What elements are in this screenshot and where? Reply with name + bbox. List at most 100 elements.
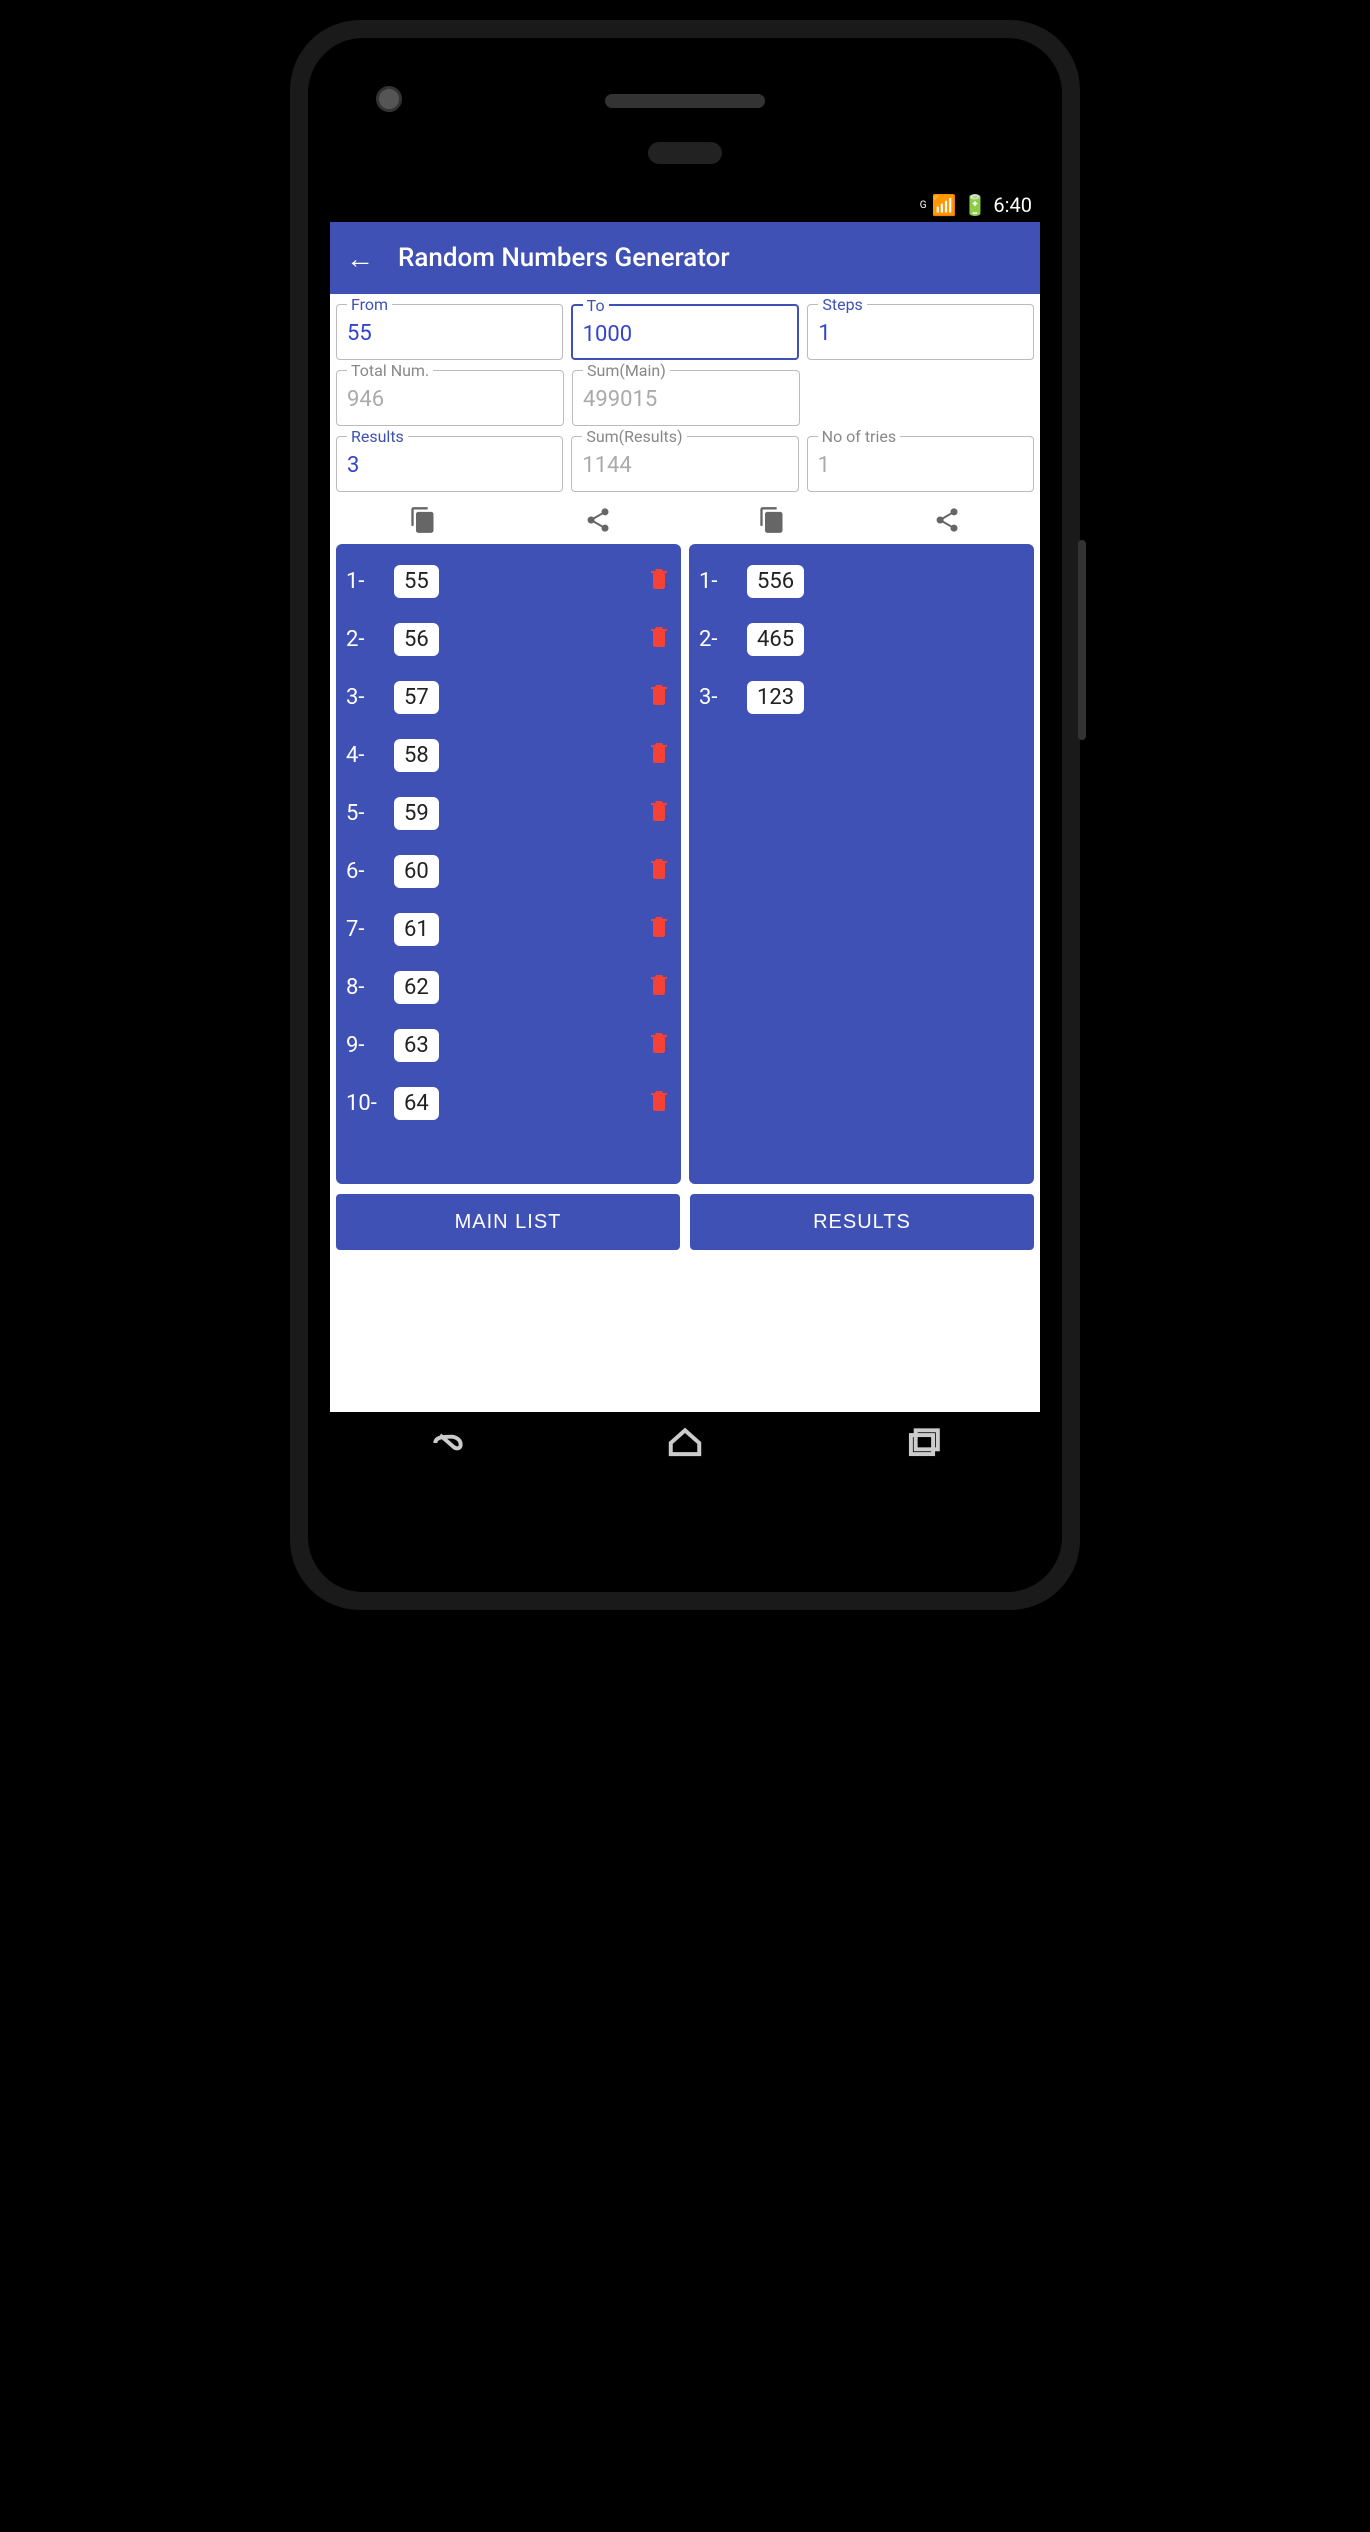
list-value-chip: 60	[394, 855, 439, 888]
list-index: 5-	[346, 801, 394, 826]
list-value-chip: 56	[394, 623, 439, 656]
clock: 6:40	[993, 193, 1032, 217]
list-value-chip: 58	[394, 739, 439, 772]
delete-icon[interactable]	[647, 565, 671, 597]
summain-field: Sum(Main) 499015	[572, 370, 800, 426]
list-item: 6-60	[346, 842, 671, 900]
list-index: 7-	[346, 917, 394, 942]
status-bar: G 📶 🔋 6:40	[330, 188, 1040, 222]
tries-field: No of tries 1	[807, 436, 1034, 492]
list-index: 8-	[346, 975, 394, 1000]
spacer	[808, 370, 1034, 426]
bottom-buttons: MAIN LIST RESULTS	[330, 1184, 1040, 1260]
results-label: Results	[347, 427, 408, 446]
delete-icon[interactable]	[647, 1087, 671, 1119]
list-item: 2-56	[346, 610, 671, 668]
delete-icon[interactable]	[647, 681, 671, 713]
results-button[interactable]: RESULTS	[690, 1194, 1034, 1250]
list-value-chip: 64	[394, 1087, 439, 1120]
copy-icon	[409, 506, 437, 534]
summain-label: Sum(Main)	[583, 361, 670, 380]
delete-icon[interactable]	[647, 971, 671, 1003]
list-value-chip: 465	[747, 623, 804, 656]
list-index: 1-	[346, 569, 394, 594]
tries-label: No of tries	[818, 427, 900, 446]
share-main-button[interactable]	[511, 506, 686, 534]
sumresults-label: Sum(Results)	[582, 427, 686, 446]
copy-results-button[interactable]	[685, 506, 860, 534]
from-field[interactable]: From 55	[336, 304, 563, 360]
power-button	[1078, 540, 1086, 740]
list-item: 1-556	[699, 552, 1024, 610]
delete-icon[interactable]	[647, 1029, 671, 1061]
phone-bezel: G 📶 🔋 6:40 ← Random Numbers Generator Fr…	[308, 38, 1062, 1592]
to-label: To	[583, 296, 609, 315]
list-item: 5-59	[346, 784, 671, 842]
list-index: 4-	[346, 743, 394, 768]
list-value-chip: 62	[394, 971, 439, 1004]
results-value: 3	[347, 453, 552, 478]
list-item: 1-55	[346, 552, 671, 610]
inputs-area: From 55 To 1000 Steps 1 Total Num.	[330, 294, 1040, 544]
list-index: 3-	[346, 685, 394, 710]
list-item: 8-62	[346, 958, 671, 1016]
app-bar: ← Random Numbers Generator	[330, 222, 1040, 294]
delete-icon[interactable]	[647, 913, 671, 945]
copy-main-button[interactable]	[336, 506, 511, 534]
sensor-pill	[648, 142, 722, 164]
to-value: 1000	[583, 322, 788, 347]
signal-icon: 📶	[932, 193, 957, 217]
share-icon	[584, 506, 612, 534]
totalnum-value: 946	[347, 387, 553, 412]
list-value-chip: 59	[394, 797, 439, 830]
lists-area: 1-552-563-574-585-596-607-618-629-6310-6…	[330, 544, 1040, 1184]
list-value-chip: 63	[394, 1029, 439, 1062]
camera	[376, 86, 402, 112]
from-value: 55	[347, 321, 552, 346]
to-field[interactable]: To 1000	[571, 304, 800, 360]
delete-icon[interactable]	[647, 739, 671, 771]
list-item: 4-58	[346, 726, 671, 784]
list-value-chip: 61	[394, 913, 439, 946]
network-indicator: G	[920, 200, 926, 211]
list-value-chip: 55	[394, 565, 439, 598]
delete-icon[interactable]	[647, 623, 671, 655]
sumresults-value: 1144	[582, 453, 787, 478]
list-item: 7-61	[346, 900, 671, 958]
main-list-button[interactable]: MAIN LIST	[336, 1194, 680, 1250]
nav-home-icon[interactable]	[666, 1424, 704, 1466]
totalnum-label: Total Num.	[347, 361, 433, 380]
list-item: 10-64	[346, 1074, 671, 1132]
share-icon	[933, 506, 961, 534]
list-value-chip: 123	[747, 681, 804, 714]
nav-back-icon[interactable]	[429, 1424, 467, 1466]
list-value-chip: 556	[747, 565, 804, 598]
speaker	[605, 94, 765, 108]
delete-icon[interactable]	[647, 855, 671, 887]
delete-icon[interactable]	[647, 797, 671, 829]
battery-icon: 🔋	[963, 193, 988, 217]
summain-value: 499015	[583, 387, 789, 412]
list-index: 2-	[346, 627, 394, 652]
list-item: 9-63	[346, 1016, 671, 1074]
nav-recent-icon[interactable]	[903, 1424, 941, 1466]
list-item: 3-57	[346, 668, 671, 726]
main-list-panel[interactable]: 1-552-563-574-585-596-607-618-629-6310-6…	[336, 544, 681, 1184]
list-value-chip: 57	[394, 681, 439, 714]
results-list-panel[interactable]: 1-5562-4653-123	[689, 544, 1034, 1184]
steps-field[interactable]: Steps 1	[807, 304, 1034, 360]
from-label: From	[347, 295, 392, 314]
share-results-button[interactable]	[860, 506, 1035, 534]
app-title: Random Numbers Generator	[398, 243, 730, 273]
totalnum-field: Total Num. 946	[336, 370, 564, 426]
sumresults-field: Sum(Results) 1144	[571, 436, 798, 492]
copy-icon	[758, 506, 786, 534]
icon-row	[336, 502, 1034, 540]
list-index: 10-	[346, 1091, 394, 1116]
list-index: 2-	[699, 627, 747, 652]
results-field[interactable]: Results 3	[336, 436, 563, 492]
android-navbar	[330, 1413, 1040, 1477]
steps-label: Steps	[818, 295, 866, 314]
back-arrow-icon[interactable]: ←	[346, 242, 374, 275]
list-index: 9-	[346, 1033, 394, 1058]
